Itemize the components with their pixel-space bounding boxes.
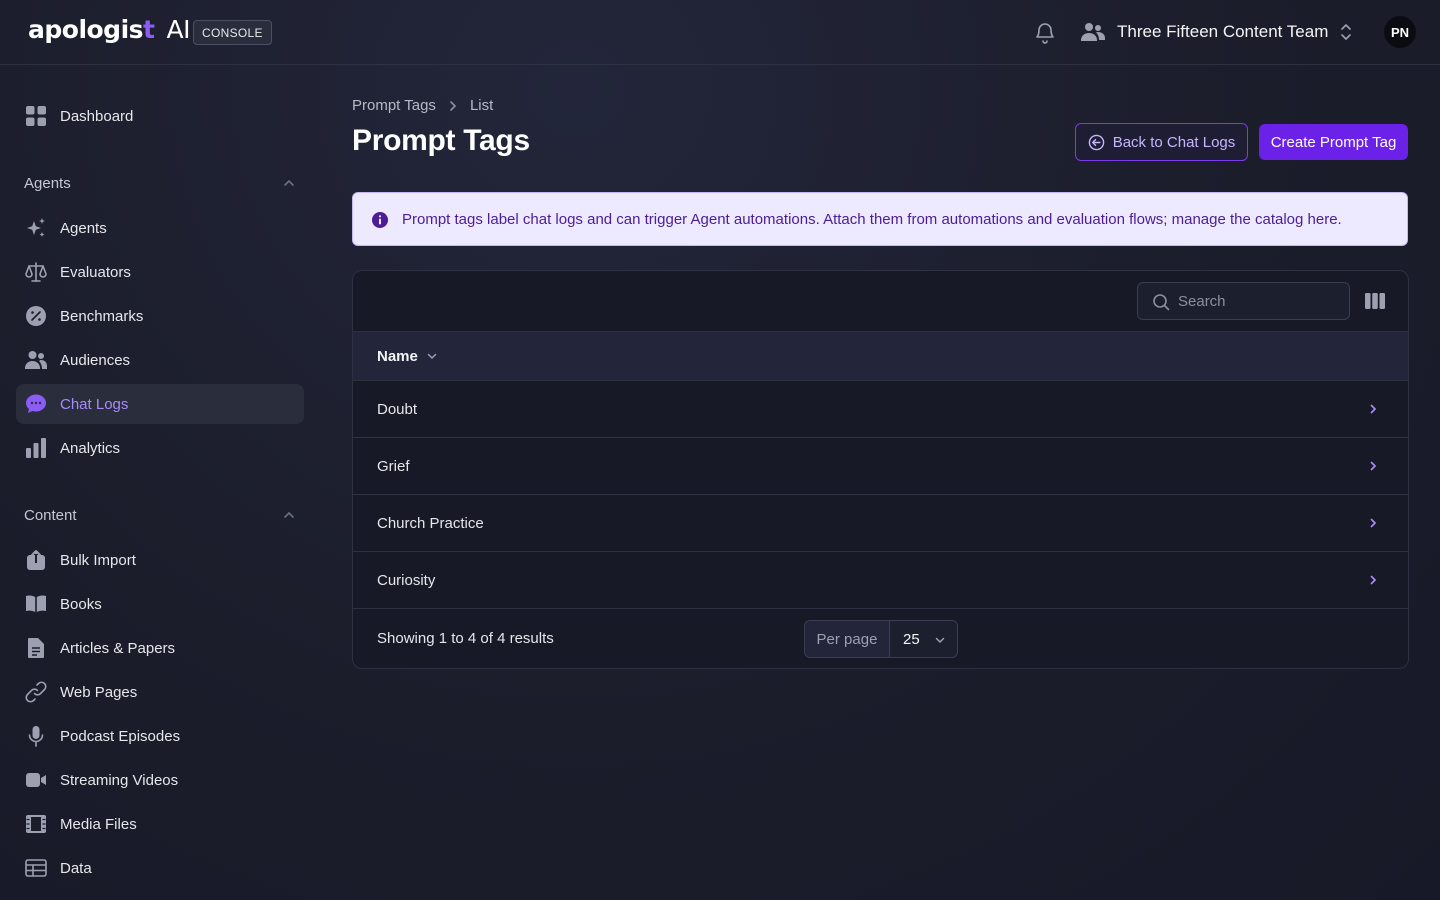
table-row[interactable]: Church Practice bbox=[353, 495, 1408, 552]
chevron-right-icon[interactable] bbox=[1367, 403, 1379, 415]
info-alert: Prompt tags label chat logs and can trig… bbox=[352, 192, 1408, 246]
sidebar-item-label: Streaming Videos bbox=[60, 771, 179, 789]
microphone-icon bbox=[28, 726, 44, 747]
breadcrumb-root[interactable]: Prompt Tags bbox=[352, 97, 436, 114]
console-badge: CONSOLE bbox=[193, 20, 272, 45]
breadcrumb: Prompt Tags List bbox=[352, 97, 493, 114]
cell-name: Doubt bbox=[377, 400, 418, 418]
chevron-up-icon[interactable] bbox=[282, 176, 296, 190]
sidebar-item-label: Articles & Papers bbox=[60, 639, 176, 657]
sidebar-item-label: Benchmarks bbox=[60, 307, 144, 325]
search-field[interactable] bbox=[1137, 282, 1350, 320]
link-icon bbox=[25, 681, 47, 703]
sidebar-group-content[interactable]: Content bbox=[24, 504, 296, 526]
sidebar-item-chat-logs[interactable]: Chat Logs bbox=[16, 384, 304, 424]
sparkles-icon bbox=[27, 218, 45, 237]
sidebar-item-data[interactable]: Data bbox=[16, 848, 304, 888]
table-row[interactable]: Curiosity bbox=[353, 552, 1408, 609]
chevron-down-icon[interactable] bbox=[426, 350, 438, 362]
sidebar-item-articles[interactable]: Articles & Papers bbox=[16, 628, 304, 668]
page-title: Prompt Tags bbox=[352, 124, 530, 157]
column-header-label: Name bbox=[377, 347, 418, 365]
sidebar-item-label: Chat Logs bbox=[60, 395, 129, 413]
sidebar-item-media-files[interactable]: Media Files bbox=[16, 804, 304, 844]
bell-icon[interactable] bbox=[1033, 21, 1057, 45]
search-input[interactable] bbox=[1178, 292, 1328, 310]
logo-ai: AI bbox=[166, 15, 190, 44]
columns-toggle-icon[interactable] bbox=[1365, 292, 1385, 310]
table-row[interactable]: Grief bbox=[353, 438, 1408, 495]
logo[interactable]: apologist AI bbox=[28, 15, 190, 44]
scale-icon bbox=[25, 262, 47, 282]
sidebar-item-label: Bulk Import bbox=[60, 551, 136, 569]
sidebar-item-analytics[interactable]: Analytics bbox=[16, 428, 304, 468]
back-to-chat-logs-button[interactable]: Back to Chat Logs bbox=[1075, 123, 1248, 161]
sidebar-item-label: Dashboard bbox=[60, 107, 134, 125]
video-camera-icon bbox=[26, 773, 46, 787]
sidebar-group-agents[interactable]: Agents bbox=[24, 172, 296, 194]
sidebar-item-label: Podcast Episodes bbox=[60, 727, 181, 745]
create-prompt-tag-button[interactable]: Create Prompt Tag bbox=[1259, 124, 1408, 160]
cell-name: Curiosity bbox=[377, 571, 436, 589]
sidebar-item-dashboard[interactable]: Dashboard bbox=[16, 96, 304, 136]
sidebar-item-label: Media Files bbox=[60, 815, 137, 833]
document-icon bbox=[28, 638, 44, 658]
film-icon bbox=[26, 815, 46, 833]
arrow-left-circle-icon bbox=[1088, 134, 1104, 150]
info-icon bbox=[372, 212, 388, 228]
button-label: Back to Chat Logs bbox=[1112, 133, 1236, 151]
sidebar: Dashboard Agents Agents Evaluators Bench… bbox=[0, 65, 320, 900]
team-switcher-label[interactable]: Three Fifteen Content Team bbox=[1117, 22, 1328, 42]
sidebar-item-label: Evaluators bbox=[60, 263, 131, 281]
sidebar-item-label: Books bbox=[60, 595, 102, 613]
cell-name: Church Practice bbox=[377, 514, 484, 532]
sidebar-item-label: Audiences bbox=[60, 351, 131, 369]
chevron-down-icon[interactable] bbox=[934, 634, 946, 646]
per-page-label: Per page bbox=[805, 621, 890, 657]
per-page-select[interactable]: Per page 25 bbox=[804, 620, 958, 658]
chevron-right-icon[interactable] bbox=[1367, 574, 1379, 586]
sidebar-item-label: Data bbox=[60, 859, 92, 877]
chat-bubble-icon bbox=[26, 394, 46, 413]
bar-chart-icon bbox=[26, 438, 46, 458]
table-row[interactable]: Doubt bbox=[353, 381, 1408, 438]
chevron-up-down-icon[interactable] bbox=[1339, 23, 1353, 41]
results-summary: Showing 1 to 4 of 4 results bbox=[377, 630, 554, 647]
chevron-right-icon[interactable] bbox=[1367, 460, 1379, 472]
breadcrumb-current: List bbox=[469, 97, 494, 114]
sidebar-item-audiences[interactable]: Audiences bbox=[16, 340, 304, 380]
sidebar-item-podcast-episodes[interactable]: Podcast Episodes bbox=[16, 716, 304, 756]
sidebar-item-label: Analytics bbox=[60, 439, 121, 457]
upload-box-icon bbox=[27, 550, 45, 570]
badge-percent-icon bbox=[26, 306, 46, 326]
column-header-name[interactable]: Name bbox=[353, 331, 1408, 381]
users-icon bbox=[25, 351, 47, 369]
group-label: Content bbox=[24, 506, 77, 524]
sidebar-item-benchmarks[interactable]: Benchmarks bbox=[16, 296, 304, 336]
sidebar-item-evaluators[interactable]: Evaluators bbox=[16, 252, 304, 292]
sidebar-item-label: Web Pages bbox=[60, 683, 138, 701]
sidebar-item-agents[interactable]: Agents bbox=[16, 208, 304, 248]
per-page-value[interactable]: 25 bbox=[890, 631, 920, 648]
chevron-right-icon[interactable] bbox=[1367, 517, 1379, 529]
alert-text: Prompt tags label chat logs and can trig… bbox=[402, 210, 1342, 228]
sidebar-item-books[interactable]: Books bbox=[16, 584, 304, 624]
table-icon bbox=[25, 859, 47, 877]
chevron-up-icon[interactable] bbox=[282, 508, 296, 522]
top-bar: apologist AI CONSOLE Three Fifteen Conte… bbox=[0, 0, 1440, 65]
open-book-icon bbox=[26, 595, 46, 612]
group-label: Agents bbox=[24, 174, 71, 192]
logo-wordmark: apologist bbox=[28, 15, 155, 44]
dashboard-icon bbox=[26, 106, 46, 126]
sidebar-item-streaming-videos[interactable]: Streaming Videos bbox=[16, 760, 304, 800]
search-icon bbox=[1153, 294, 1170, 311]
sidebar-item-bulk-import[interactable]: Bulk Import bbox=[16, 540, 304, 580]
chevron-right-icon bbox=[450, 100, 457, 111]
sidebar-item-label: Agents bbox=[60, 219, 107, 237]
sidebar-item-web-pages[interactable]: Web Pages bbox=[16, 672, 304, 712]
avatar[interactable]: PN bbox=[1384, 16, 1416, 48]
prompt-tags-table: Name Doubt Grief Church Practice Curiosi… bbox=[352, 270, 1409, 669]
cell-name: Grief bbox=[377, 457, 410, 475]
team-icon[interactable] bbox=[1081, 21, 1105, 43]
